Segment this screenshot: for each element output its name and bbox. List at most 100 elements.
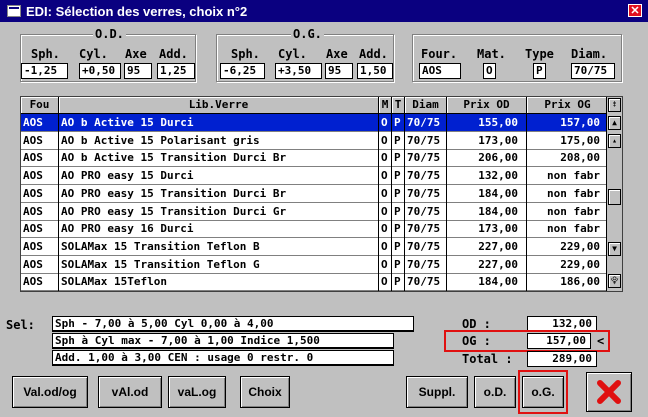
cell-prix-og: non fabr [527, 167, 609, 186]
cell-diam: 70/75 [405, 149, 447, 168]
og-add-label: Add. [359, 47, 388, 61]
cell-t: P [392, 131, 405, 150]
type-field[interactable]: P [533, 63, 546, 79]
cell-m: O [379, 131, 392, 150]
cell-prix-og: 229,00 [527, 255, 609, 274]
cell-fou: AOS [21, 131, 59, 150]
od-axe-label: Axe [125, 47, 147, 61]
table-row[interactable]: AOS AO b Active 15 Transition Durci Br O P 7… [21, 149, 609, 168]
cell-diam: 70/75 [405, 220, 447, 239]
suppl-button[interactable]: Suppl. [406, 376, 468, 408]
col-header-diam[interactable]: Diam [405, 97, 447, 114]
mat-label: Mat. [477, 47, 506, 61]
cell-diam: 70/75 [405, 255, 447, 274]
scrollbar[interactable]: ⯒ ▲ ▴ ▼ ⯓ [606, 97, 622, 291]
val-og-button[interactable]: vaL.og [168, 376, 226, 408]
cell-diam: 70/75 [405, 237, 447, 256]
od-add-field[interactable]: 1,25 [157, 63, 195, 79]
cell-prix-og: 229,00 [527, 237, 609, 256]
cell-prix-od: 155,00 [447, 114, 527, 132]
cell-lib-verre: AO b Active 15 Transition Durci Br [59, 149, 379, 168]
cell-prix-od: 132,00 [447, 167, 527, 186]
cell-m: O [379, 220, 392, 239]
table-row[interactable]: AOS AO b Active 15 Durci O P 70/75 155,00 157,… [21, 114, 609, 132]
od-sph-field[interactable]: -1,25 [21, 63, 68, 79]
table-row[interactable]: AOS SOLAMax 15Teflon O P 70/75 184,00 186,00 [21, 273, 609, 292]
col-header-prix-od[interactable]: Prix OD [447, 97, 527, 114]
od-button[interactable]: o.D. [474, 376, 516, 408]
table-row[interactable]: AOS AO PRO easy 16 Durci O P 70/75 173,00 non … [21, 220, 609, 239]
scroll-top-icon[interactable]: ⯒ [608, 98, 621, 112]
cell-t: P [392, 114, 405, 132]
od-cyl-label: Cyl. [79, 47, 108, 61]
og-add-field[interactable]: 1,50 [357, 63, 393, 79]
sel-line-1: Sph - 7,00 à 5,00 Cyl 0,00 à 4,00 [52, 316, 414, 332]
table-row[interactable]: AOS AO PRO easy 15 Transition Durci Gr O P 7… [21, 202, 609, 221]
og-legend: O.G. [291, 27, 324, 41]
col-header-t[interactable]: T [392, 97, 405, 114]
scroll-down-icon[interactable]: ▼ [608, 242, 621, 256]
table-row[interactable]: AOS SOLAMax 15 Transition Teflon B O P 70/75… [21, 237, 609, 256]
cell-fou: AOS [21, 149, 59, 168]
cancel-x-icon [597, 380, 621, 404]
table-row[interactable]: AOS SOLAMax 15 Transition Teflon G O P 70/75… [21, 255, 609, 274]
total-label: Total : [462, 352, 513, 366]
col-header-lib-verre[interactable]: Lib.Verre [59, 97, 379, 114]
col-header-m[interactable]: M [379, 97, 392, 114]
table-row[interactable]: AOS AO PRO easy 15 Transition Durci Br O P 7… [21, 184, 609, 203]
col-header-fou[interactable]: Fou [21, 97, 59, 114]
cell-t: P [392, 255, 405, 274]
cell-lib-verre: AO PRO easy 15 Transition Durci Br [59, 184, 379, 203]
cell-m: O [379, 184, 392, 203]
cell-diam: 70/75 [405, 202, 447, 221]
og-sph-field[interactable]: -6,25 [220, 63, 265, 79]
cell-prix-od: 227,00 [447, 237, 527, 256]
table-row[interactable]: AOS AO b Active 15 Polarisant gris O P 70/75… [21, 131, 609, 150]
lens-table: Fou Lib.Verre M T Diam Prix OD Prix OG AOS AO b… [20, 96, 623, 292]
cell-prix-od: 184,00 [447, 202, 527, 221]
cancel-button[interactable] [586, 372, 632, 412]
cell-t: P [392, 273, 405, 292]
og-sph-label: Sph. [231, 47, 260, 61]
og-cyl-field[interactable]: +3,50 [275, 63, 322, 79]
diam-field[interactable]: 70/75 [571, 63, 615, 79]
od-axe-field[interactable]: 95 [124, 63, 152, 79]
cell-fou: AOS [21, 167, 59, 186]
cell-lib-verre: SOLAMax 15 Transition Teflon B [59, 237, 379, 256]
filters-group: Four. Mat. Type Diam. AOS O P 70/75 [412, 34, 622, 82]
cell-diam: 70/75 [405, 114, 447, 132]
cell-fou: AOS [21, 237, 59, 256]
cell-fou: AOS [21, 184, 59, 203]
cell-fou: AOS [21, 273, 59, 292]
cell-lib-verre: AO b Active 15 Durci [59, 114, 379, 132]
cell-lib-verre: AO b Active 15 Polarisant gris [59, 131, 379, 150]
window-title: EDI: Sélection des verres, choix n°2 [26, 3, 248, 19]
od-cyl-field[interactable]: +0,50 [79, 63, 121, 79]
choix-button[interactable]: Choix [240, 376, 290, 408]
four-field[interactable]: AOS [419, 63, 461, 79]
val-od-button[interactable]: vAl.od [98, 376, 162, 408]
table-row[interactable]: AOS AO PRO easy 15 Durci O P 70/75 132,00 non … [21, 167, 609, 186]
type-label: Type [525, 47, 554, 61]
sel-label: Sel: [6, 318, 35, 332]
og-group: O.G. Sph. Cyl. Axe Add. -6,25 +3,50 95 1… [216, 27, 394, 82]
cell-prix-od: 173,00 [447, 220, 527, 239]
scroll-bottom-icon[interactable]: ⯓ [608, 274, 621, 288]
scroll-thumb[interactable] [608, 189, 621, 205]
col-header-prix-og[interactable]: Prix OG [527, 97, 609, 114]
od-legend: O.D. [93, 27, 126, 41]
cell-prix-od: 206,00 [447, 149, 527, 168]
od-add-label: Add. [159, 47, 188, 61]
sel-line-3: Add. 1,00 à 3,00 CEN : usage 0 restr. 0 [52, 350, 394, 366]
close-icon[interactable]: ✕ [628, 4, 642, 17]
val-od-og-button[interactable]: Val.od/og [12, 376, 88, 408]
cell-lib-verre: SOLAMax 15Teflon [59, 273, 379, 292]
scroll-line-up-icon[interactable]: ▴ [608, 134, 621, 148]
cell-prix-og: non fabr [527, 202, 609, 221]
og-axe-field[interactable]: 95 [325, 63, 353, 79]
mat-field[interactable]: O [483, 63, 496, 79]
cell-prix-og: 175,00 [527, 131, 609, 150]
od-sph-label: Sph. [31, 47, 60, 61]
cell-prix-og: non fabr [527, 220, 609, 239]
scroll-up-icon[interactable]: ▲ [608, 116, 621, 130]
